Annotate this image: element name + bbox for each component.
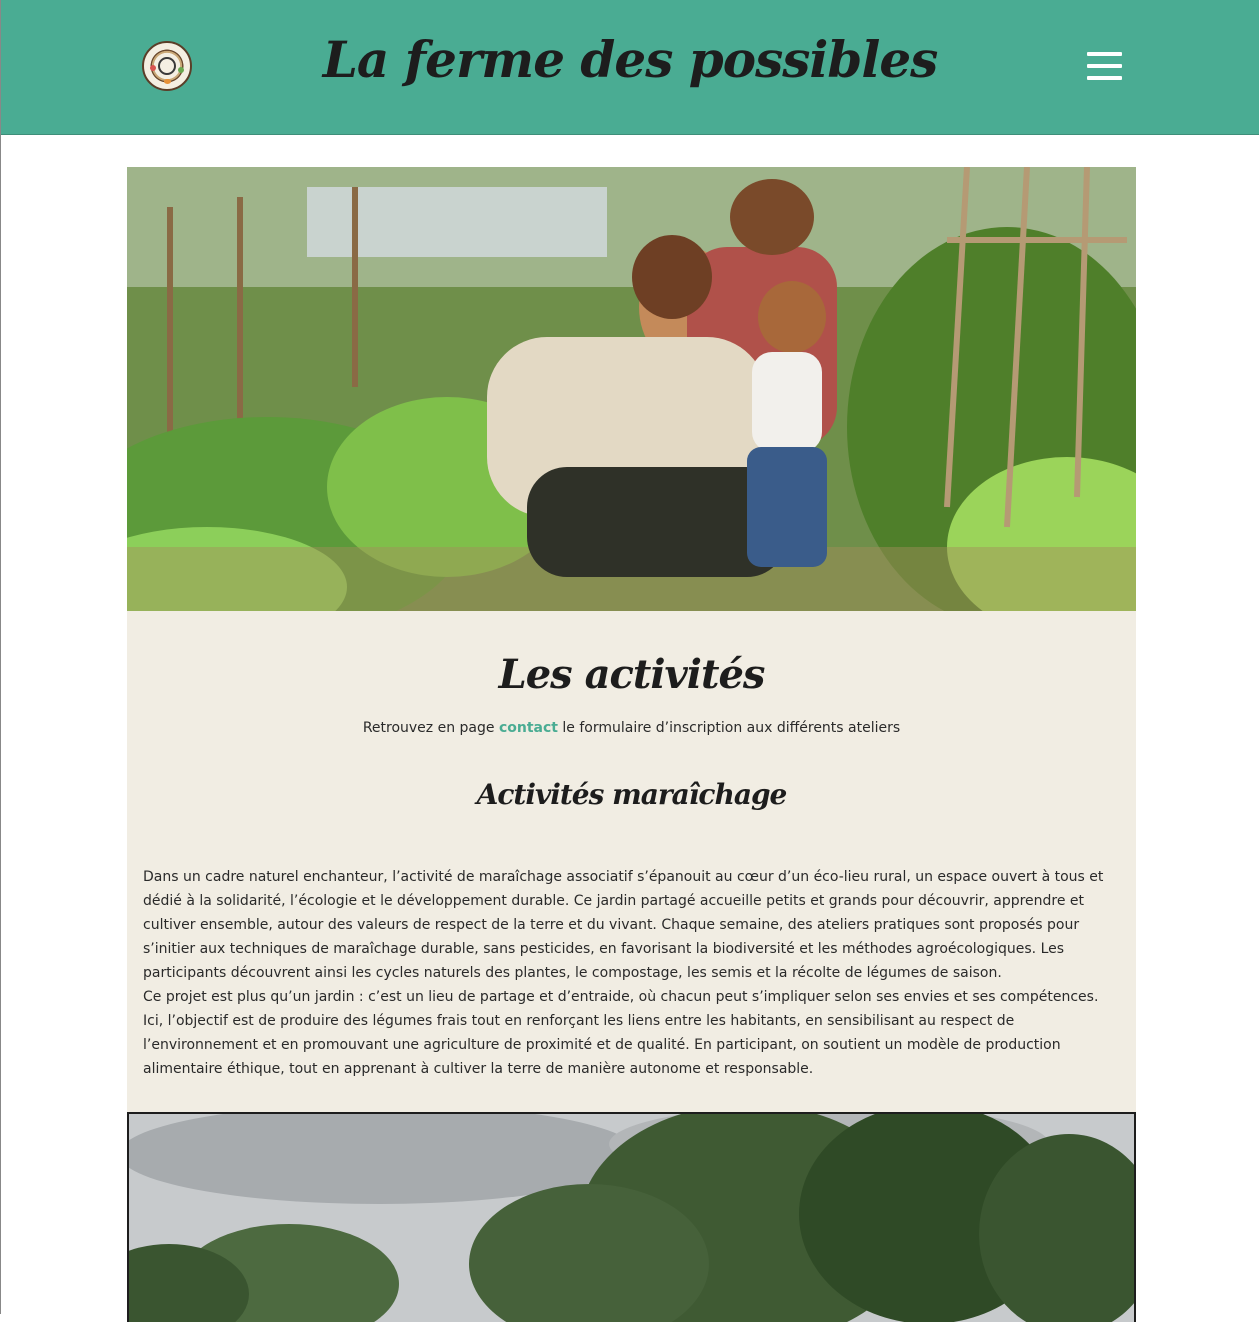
activities-panel: Les activités Retrouvez en page contact … [127,611,1136,1113]
contact-link[interactable]: contact [499,720,558,736]
site-header: La ferme des possibles [1,0,1259,135]
paragraph: Ce projet est plus qu’un jardin : c’est … [143,989,1099,1077]
intro-text-before: Retrouvez en page [362,720,499,736]
page-title: Les activités [498,651,766,698]
paragraph: Dans un cadre naturel enchanteur, l’acti… [143,869,1104,981]
hero-image [127,167,1136,611]
second-image [127,1112,1136,1322]
hamburger-menu-icon[interactable] [1087,52,1122,80]
section-title: Activités maraîchage [476,778,788,811]
trees-sky-photo [129,1114,1134,1322]
family-garden-photo [127,167,1136,611]
section-body: Dans un cadre naturel enchanteur, l’acti… [143,865,1118,1081]
intro-text-after: le formulaire d’inscription aux différen… [557,720,901,736]
intro-text: Retrouvez en page contact le formulaire … [127,720,1136,736]
site-title[interactable]: La ferme des possibles [1,30,1259,89]
page-border [0,0,1,1314]
